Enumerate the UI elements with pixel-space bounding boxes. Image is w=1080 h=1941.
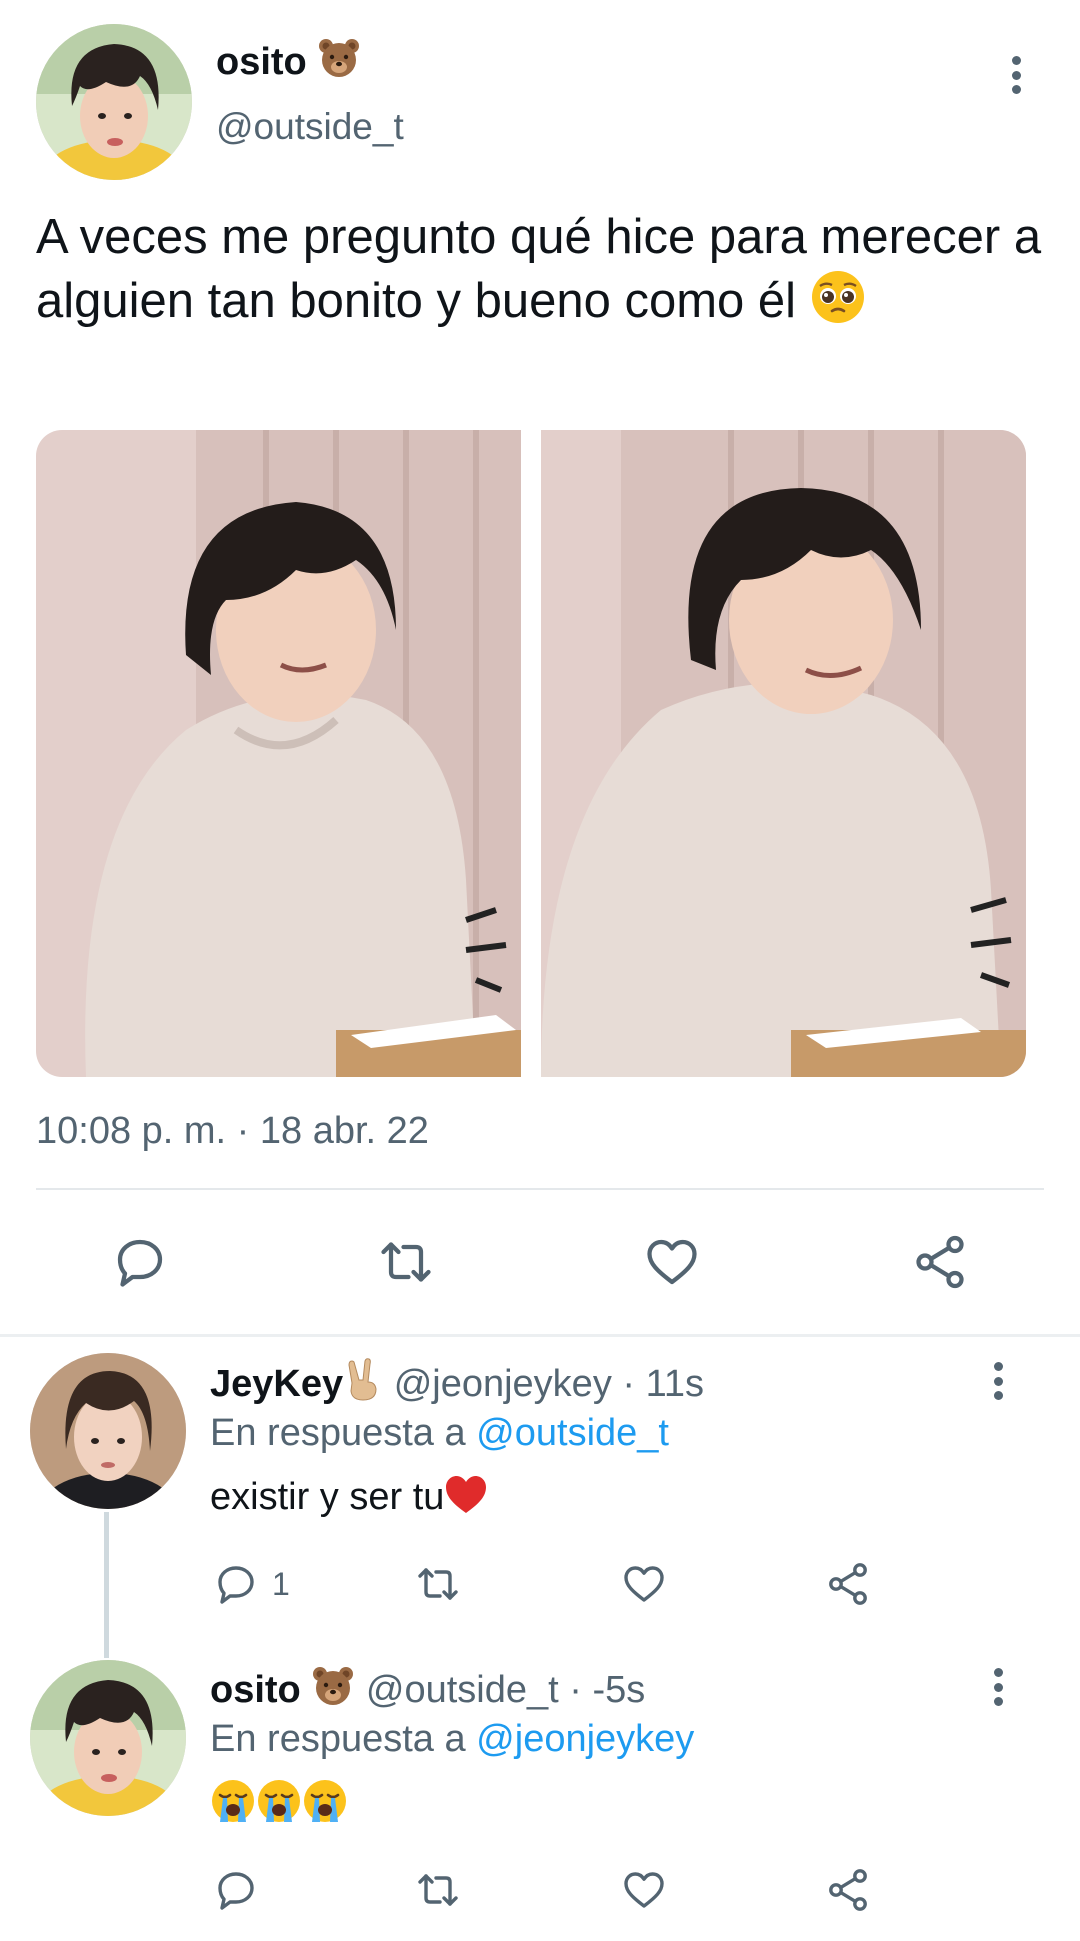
avatar-image bbox=[36, 24, 192, 180]
reply-icon[interactable] bbox=[212, 1560, 260, 1608]
like-icon[interactable] bbox=[620, 1866, 668, 1914]
more-dot-icon bbox=[1011, 70, 1021, 80]
reply-author-handle[interactable]: @outside_t bbox=[366, 1669, 559, 1711]
tweet-photo-1[interactable] bbox=[36, 430, 521, 1077]
author-handle[interactable]: @outside_t bbox=[216, 104, 404, 150]
reply-header: osito @outside_t · -5s bbox=[210, 1664, 645, 1719]
more-options-button[interactable] bbox=[978, 1356, 1018, 1406]
reply-author-name[interactable]: osito bbox=[210, 1669, 301, 1711]
retweet-icon[interactable] bbox=[414, 1866, 462, 1914]
pleading-face-emoji bbox=[810, 269, 866, 325]
reply-icon[interactable] bbox=[110, 1232, 170, 1292]
red-heart-emoji bbox=[444, 1475, 488, 1526]
mention-link[interactable]: @jeonjeykey bbox=[476, 1718, 694, 1760]
more-dot-icon bbox=[993, 1668, 1003, 1677]
replying-to: En respuesta a @outside_t bbox=[210, 1412, 669, 1454]
divider bbox=[0, 1334, 1080, 1337]
thread-connector bbox=[104, 1512, 109, 1658]
tweet-timestamp[interactable]: 10:08 p. m. · 18 abr. 22 bbox=[36, 1108, 429, 1154]
avatar-image bbox=[30, 1660, 186, 1816]
reply-author-name[interactable]: JeyKey bbox=[210, 1363, 343, 1405]
like-icon[interactable] bbox=[642, 1232, 702, 1292]
tweet-photo-2[interactable] bbox=[541, 430, 1026, 1077]
reply-avatar[interactable] bbox=[30, 1660, 186, 1816]
mention-link[interactable]: @outside_t bbox=[476, 1412, 669, 1454]
photo-image bbox=[541, 430, 1026, 1077]
reply-avatar[interactable] bbox=[30, 1353, 186, 1509]
more-dot-icon bbox=[993, 1697, 1003, 1706]
more-dot-icon bbox=[993, 1362, 1003, 1371]
author-name[interactable]: osito bbox=[216, 36, 361, 91]
loudly-crying-face-emoji bbox=[256, 1778, 302, 1835]
share-icon[interactable] bbox=[824, 1866, 872, 1914]
loudly-crying-face-emoji bbox=[210, 1778, 256, 1835]
share-icon[interactable] bbox=[824, 1560, 872, 1608]
avatar-image bbox=[30, 1353, 186, 1509]
reply-time: · 11s bbox=[622, 1363, 705, 1405]
like-icon[interactable] bbox=[620, 1560, 668, 1608]
retweet-icon[interactable] bbox=[376, 1232, 436, 1292]
author-avatar[interactable] bbox=[36, 24, 192, 180]
reply-text: existir y ser tu bbox=[210, 1474, 488, 1526]
bear-face-emoji bbox=[317, 36, 361, 91]
bear-face-emoji bbox=[311, 1664, 355, 1719]
victory-hand-emoji bbox=[343, 1358, 383, 1413]
more-dot-icon bbox=[1011, 85, 1021, 94]
retweet-icon[interactable] bbox=[414, 1560, 462, 1608]
reply-count: 1 bbox=[272, 1566, 290, 1602]
replying-to: En respuesta a @jeonjeykey bbox=[210, 1718, 695, 1760]
more-dot-icon bbox=[993, 1376, 1003, 1386]
more-dot-icon bbox=[993, 1682, 1003, 1692]
more-dot-icon bbox=[1011, 56, 1021, 65]
share-icon[interactable] bbox=[910, 1232, 970, 1292]
reply-text bbox=[210, 1778, 348, 1835]
more-dot-icon bbox=[993, 1391, 1003, 1400]
reply-header: JeyKey @jeonjeykey · 11s bbox=[210, 1358, 704, 1413]
more-options-button[interactable] bbox=[978, 1662, 1018, 1712]
divider bbox=[36, 1188, 1044, 1190]
reply-icon[interactable] bbox=[212, 1866, 260, 1914]
tweet-text: A veces me pregunto qué hice para merece… bbox=[36, 210, 1042, 328]
reply-author-handle[interactable]: @jeonjeykey bbox=[394, 1363, 612, 1405]
photo-image bbox=[36, 430, 521, 1077]
more-options-button[interactable] bbox=[996, 50, 1036, 100]
loudly-crying-face-emoji bbox=[302, 1778, 348, 1835]
reply-time: · -5s bbox=[569, 1669, 646, 1711]
